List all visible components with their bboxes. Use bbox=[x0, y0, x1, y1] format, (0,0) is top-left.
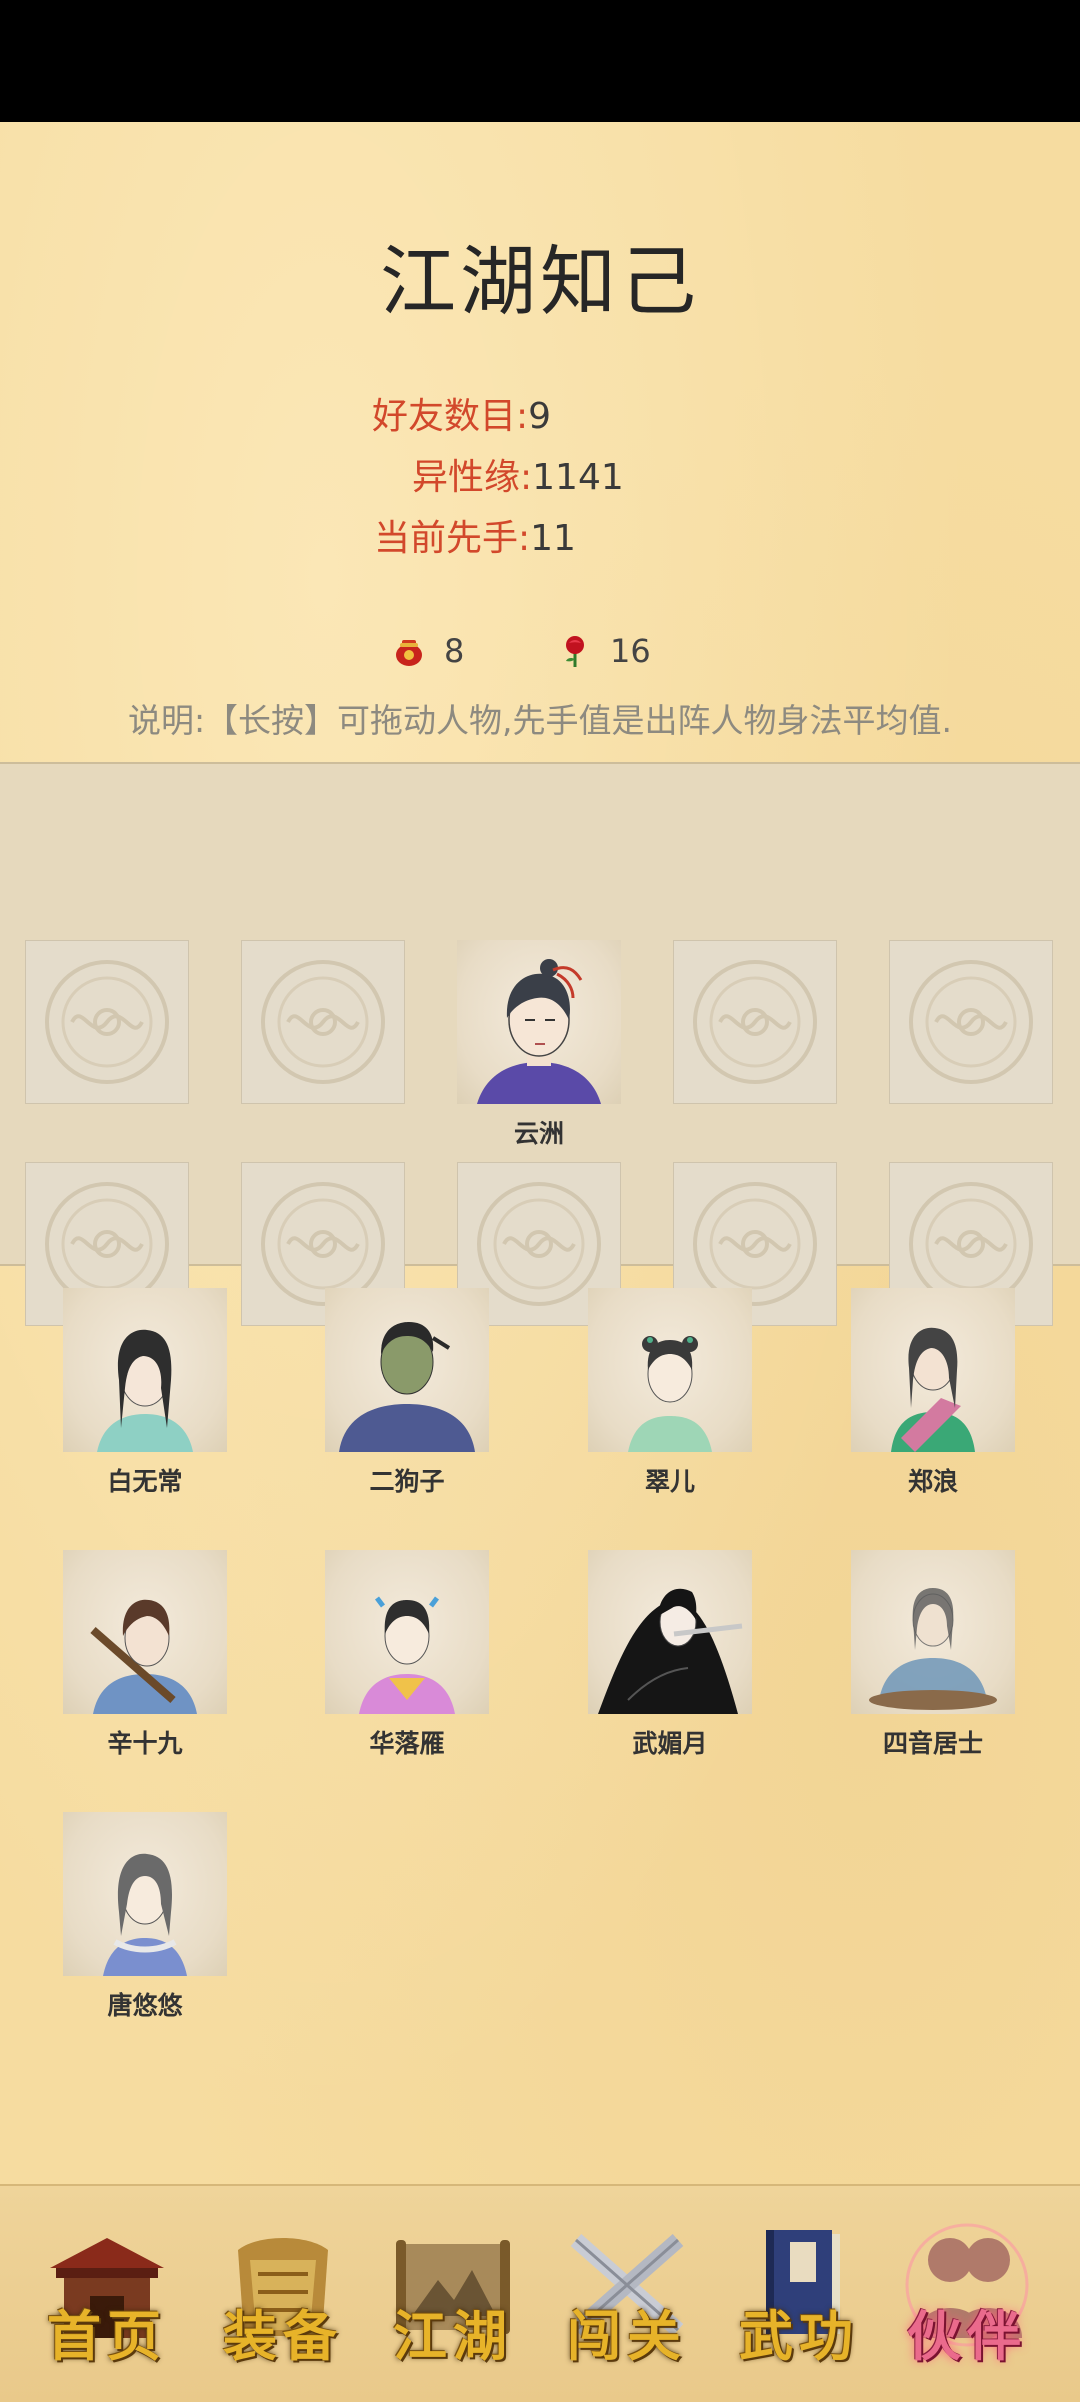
yunzhou-portrait-icon bbox=[477, 959, 601, 1104]
companion-bai-wuchang-icon bbox=[97, 1329, 193, 1452]
companion-name: 武媚月 bbox=[632, 1729, 708, 1758]
companion-portrait[interactable] bbox=[588, 1550, 752, 1714]
friends-count-value: 9 bbox=[528, 396, 552, 437]
companion-er-gouzi-icon bbox=[339, 1322, 475, 1452]
rose-count: 16 bbox=[610, 632, 651, 670]
companions-page: 江湖知己 好友数目:9 异性缘:1141 当前先手:11 8 16 说明:【长按… bbox=[0, 122, 1080, 2400]
nav-jianghu-label: 江湖 bbox=[393, 2304, 513, 2368]
pot-count: 8 bbox=[444, 632, 465, 670]
companion-name: 白无常 bbox=[107, 1467, 183, 1496]
lineup-slot-yunzhou-portrait[interactable] bbox=[457, 940, 621, 1104]
companion-siyin-jushi-icon bbox=[869, 1588, 997, 1710]
charm-label: 异性缘: bbox=[412, 457, 533, 498]
empty-slot-medallion-icon bbox=[693, 960, 817, 1084]
companion-xin-shijiu-icon bbox=[90, 1599, 197, 1714]
companion-name: 二狗子 bbox=[369, 1467, 445, 1496]
nav-partners[interactable]: 伙伴 bbox=[892, 2220, 1042, 2370]
initiative-label: 当前先手: bbox=[374, 518, 531, 559]
charm-value: 1141 bbox=[532, 457, 624, 498]
initiative-value: 11 bbox=[530, 518, 576, 559]
charm-row: 异性缘:1141 bbox=[412, 453, 624, 503]
nav-challenge[interactable]: 闯关 bbox=[552, 2220, 702, 2370]
rose-icon bbox=[566, 636, 584, 667]
friends-count-label: 好友数目: bbox=[372, 396, 529, 437]
companion-name: 郑浪 bbox=[907, 1467, 958, 1496]
companion-cui-er-icon bbox=[628, 1336, 712, 1452]
companion-portrait[interactable] bbox=[851, 1550, 1015, 1714]
status-bar bbox=[0, 0, 1080, 122]
lineup-slot-empty[interactable] bbox=[673, 940, 837, 1104]
pot-resource: 8 bbox=[392, 632, 464, 670]
companion-portrait[interactable] bbox=[325, 1288, 489, 1452]
companion-name: 华落雁 bbox=[369, 1729, 445, 1758]
rose-resource: 16 bbox=[558, 632, 651, 670]
companion-wu-meiyue-icon bbox=[598, 1588, 743, 1714]
page-title: 江湖知己 bbox=[380, 237, 700, 326]
companion-name: 翠儿 bbox=[644, 1467, 695, 1496]
companion-portrait[interactable] bbox=[63, 1812, 227, 1976]
companion-name: 辛十九 bbox=[107, 1729, 183, 1758]
nav-challenge-label: 闯关 bbox=[567, 2304, 687, 2368]
nav-martial-arts-label: 武功 bbox=[739, 2304, 859, 2368]
lineup-slot-empty[interactable] bbox=[25, 940, 189, 1104]
nav-home-label: 首页 bbox=[47, 2304, 167, 2368]
nav-martial-arts[interactable]: 武功 bbox=[724, 2220, 874, 2370]
companion-portrait[interactable] bbox=[851, 1288, 1015, 1452]
companion-zheng-lang-icon bbox=[891, 1327, 975, 1452]
nav-home[interactable]: 首页 bbox=[32, 2220, 182, 2370]
lineup-slot-empty[interactable] bbox=[889, 940, 1053, 1104]
companion-name: 四音居士 bbox=[882, 1729, 983, 1758]
nav-partners-label: 伙伴 bbox=[907, 2304, 1027, 2368]
friends-count-row: 好友数目:9 bbox=[372, 392, 551, 442]
companion-name: 唐悠悠 bbox=[107, 1991, 183, 2020]
lineup-slot-empty[interactable] bbox=[241, 940, 405, 1104]
lineup-grid: 云洲 bbox=[0, 762, 1080, 1326]
nav-jianghu[interactable]: 江湖 bbox=[378, 2220, 528, 2370]
companion-portrait[interactable] bbox=[325, 1550, 489, 1714]
empty-slot-medallion-icon bbox=[261, 960, 385, 1084]
instructions-note: 说明:【长按】可拖动人物,先手值是出阵人物身法平均值. bbox=[127, 701, 953, 740]
companion-portrait[interactable] bbox=[63, 1550, 227, 1714]
red-pot-icon bbox=[396, 640, 422, 666]
companion-portrait[interactable] bbox=[63, 1288, 227, 1452]
companion-hua-luoyan-icon bbox=[359, 1596, 455, 1714]
companion-portrait[interactable] bbox=[588, 1288, 752, 1452]
nav-equipment[interactable]: 装备 bbox=[208, 2220, 358, 2370]
nav-equipment-label: 装备 bbox=[223, 2304, 343, 2368]
bottom-navigation: 首页 装备 江湖 闯关 武功 伙伴 bbox=[0, 2184, 1080, 2402]
lineup-occupied-name: 云洲 bbox=[513, 1119, 564, 1148]
empty-slot-medallion-icon bbox=[45, 960, 169, 1084]
empty-slot-medallion-icon bbox=[909, 960, 1033, 1084]
initiative-row: 当前先手:11 bbox=[374, 514, 576, 564]
companion-tang-youyou-icon bbox=[103, 1853, 187, 1976]
